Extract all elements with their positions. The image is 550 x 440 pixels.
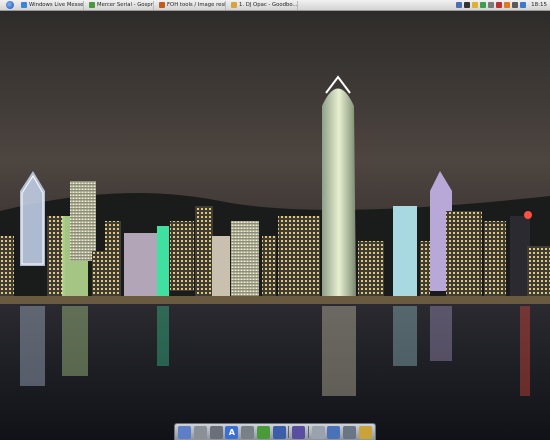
clock-icon[interactable] [193,425,207,439]
taskbar-button[interactable]: Mercer Serial - Gosprek [86,0,154,10]
taskbar: Windows Live Messen... Mercer Serial - Go… [18,0,300,10]
system-tray: 18:15 [456,2,550,8]
tray-icon[interactable] [464,2,471,8]
finder-icon[interactable] [178,425,191,439]
dock-separator [307,426,309,438]
top-panel: Windows Live Messen... Mercer Serial - Go… [0,0,550,11]
desktop-wallpaper [0,11,550,440]
photo-icon[interactable] [343,425,357,439]
network-icon[interactable] [327,425,341,439]
taskbar-button-label: 1. DJ Opac - Goodbo... [239,2,298,8]
folder-icon[interactable] [311,425,325,439]
browser-icon [159,2,165,8]
shield-icon[interactable] [292,425,306,439]
messenger-icon [21,2,27,8]
taskbar-button-label: Windows Live Messen... [29,2,84,8]
main-menu-icon[interactable] [6,1,14,9]
dock: A [174,423,376,440]
dock-separator [288,426,290,438]
dashboard-icon[interactable] [209,425,223,439]
taskbar-button-label: FOH tools / Image resi... [167,2,226,8]
music-icon [231,2,237,8]
tray-icon[interactable] [512,2,519,8]
trash-icon[interactable] [358,425,372,439]
tray-icon[interactable] [488,2,495,8]
taskbar-button[interactable]: FOH tools / Image resi... [156,0,226,10]
tray-icon[interactable] [456,2,463,8]
browser-icon [89,2,95,8]
taskbar-button-label: Mercer Serial - Gosprek [97,2,154,8]
tray-icon[interactable] [496,2,503,8]
tray-icon[interactable] [504,2,511,8]
taskbar-button[interactable]: Windows Live Messen... [18,0,84,10]
tray-icon[interactable] [472,2,479,8]
system-preferences-icon[interactable] [241,425,255,439]
app-store-icon[interactable]: A [225,425,239,439]
clock[interactable]: 18:15 [531,2,547,8]
tray-icon[interactable] [480,2,487,8]
taskbar-button[interactable]: 1. DJ Opac - Goodbo... [228,0,298,10]
tray-icon[interactable] [520,2,527,8]
music-icon[interactable] [272,425,286,439]
chat-icon[interactable] [256,425,270,439]
